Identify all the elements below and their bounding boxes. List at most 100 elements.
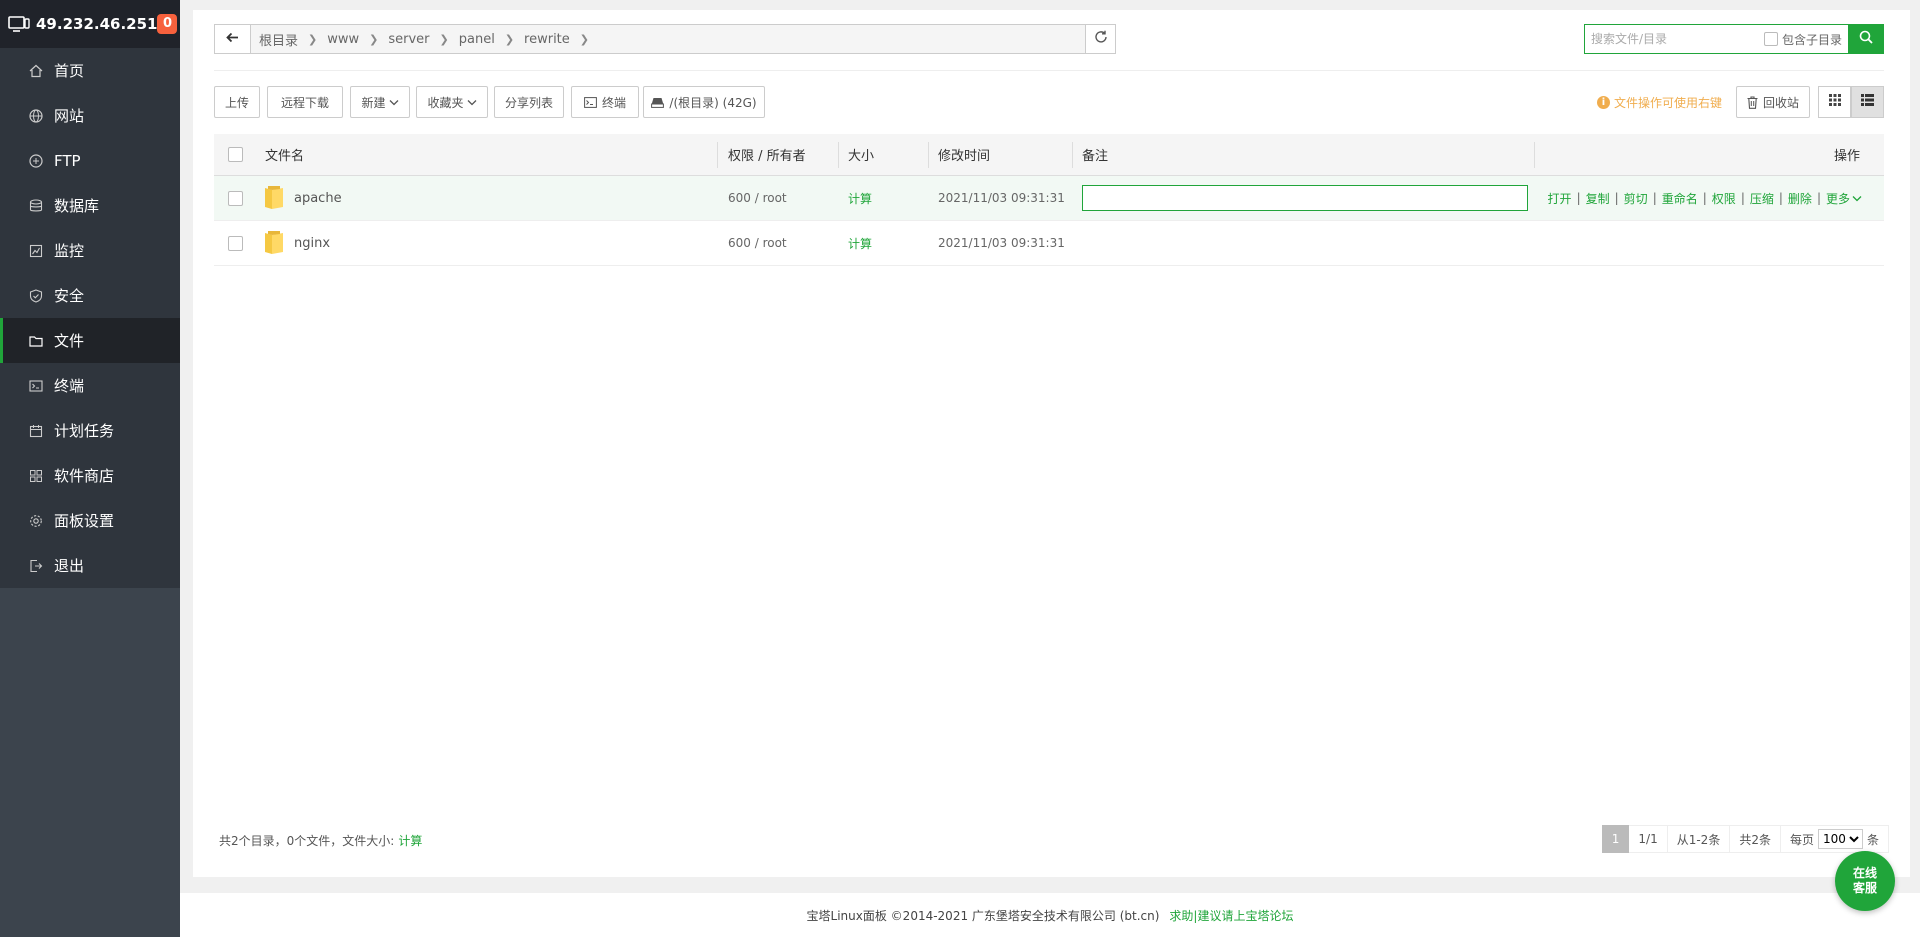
divider (214, 70, 1884, 71)
compress-action[interactable]: 压缩 (1750, 190, 1774, 207)
list-icon (1861, 94, 1874, 110)
monitor-icon (8, 14, 30, 34)
upload-button[interactable]: 上传 (214, 86, 260, 118)
column-resizer[interactable] (1534, 142, 1535, 168)
breadcrumb-server[interactable]: server (388, 32, 429, 47)
sidebar-item-label: 数据库 (54, 197, 100, 215)
copy-action[interactable]: 复制 (1586, 190, 1610, 207)
sidebar-item-files[interactable]: 文件 (0, 318, 180, 363)
sidebar-item-label: 安全 (54, 287, 85, 305)
file-name[interactable]: apache (294, 191, 342, 206)
view-toggle (1818, 86, 1884, 118)
sidebar-item-store[interactable]: 软件商店 (0, 453, 180, 498)
monitor-icon (28, 243, 44, 259)
sidebar-item-label: 终端 (54, 377, 85, 395)
column-resizer[interactable] (838, 142, 839, 168)
recycle-bin-button[interactable]: 回收站 (1736, 86, 1810, 118)
disk-button[interactable]: /(根目录) (42G) (643, 86, 765, 118)
size-calc-link[interactable]: 计算 (848, 176, 872, 220)
row-checkbox[interactable] (228, 235, 243, 251)
breadcrumb-panel[interactable]: panel (459, 32, 495, 47)
page-size: 每页 100 条 (1780, 825, 1889, 853)
sidebar-item-logout[interactable]: 退出 (0, 543, 180, 588)
table-row[interactable]: apache 600 / root 计算 2021/11/03 09:31:31… (214, 176, 1884, 221)
header-name[interactable]: 文件名 (265, 134, 304, 175)
message-badge[interactable]: 0 (157, 14, 178, 34)
header-perm[interactable]: 权限 / 所有者 (728, 134, 806, 175)
page-current[interactable]: 1 (1601, 825, 1630, 853)
breadcrumb-www[interactable]: www (327, 32, 359, 47)
sidebar-item-database[interactable]: 数据库 (0, 183, 180, 228)
include-subdir-label: 包含子目录 (1781, 32, 1842, 47)
sidebar-menu: 首页 网站 FTP 数据库 监控 安全 文件 终端 计划任务 软件商店 面板设置… (0, 48, 180, 588)
perm-cell[interactable]: 600 / root (728, 221, 787, 265)
share-list-button[interactable]: 分享列表 (494, 86, 564, 118)
search-button[interactable] (1848, 24, 1884, 54)
breadcrumb-rewrite[interactable]: rewrite (524, 32, 570, 47)
new-label: 新建 (361, 95, 386, 110)
more-action[interactable]: 更多 (1826, 190, 1850, 207)
table-row[interactable]: nginx 600 / root 计算 2021/11/03 09:31:31 (214, 221, 1884, 266)
column-resizer[interactable] (717, 142, 718, 168)
per-page-unit: 条 (1866, 832, 1879, 847)
sidebar-item-monitor[interactable]: 监控 (0, 228, 180, 273)
new-dropdown-button[interactable]: 新建 (350, 86, 410, 118)
list-view-button[interactable] (1851, 86, 1884, 118)
include-subdir-checkbox[interactable]: 包含子目录 (1763, 31, 1842, 48)
hdd-icon (651, 97, 665, 108)
sidebar-item-home[interactable]: 首页 (0, 48, 180, 93)
grid-view-button[interactable] (1818, 86, 1851, 118)
refresh-icon (1094, 30, 1108, 48)
checkbox[interactable] (1763, 32, 1778, 46)
chevron-right-icon: ❯ (439, 32, 449, 46)
pagination: 1 1/1 从1-2条 共2条 每页 100 条 (1601, 825, 1889, 853)
online-service-button[interactable]: 在线 客服 (1835, 851, 1895, 911)
sidebar-item-cron[interactable]: 计划任务 (0, 408, 180, 453)
size-calc-link[interactable]: 计算 (848, 221, 872, 265)
chevron-down-icon (467, 95, 477, 109)
header-mtime[interactable]: 修改时间 (938, 134, 990, 175)
breadcrumb: 根目录 ❯ www ❯ server ❯ panel ❯ rewrite ❯ (251, 30, 1085, 49)
terminal-icon (28, 378, 44, 394)
chevron-right-icon: ❯ (504, 32, 515, 46)
terminal-button[interactable]: 终端 (571, 86, 639, 118)
page-size-select[interactable]: 100 (1817, 829, 1863, 849)
file-name[interactable]: nginx (294, 236, 330, 251)
column-resizer[interactable] (1072, 142, 1073, 168)
sidebar-item-website[interactable]: 网站 (0, 93, 180, 138)
remark-input[interactable] (1082, 185, 1528, 211)
summary-calc-link[interactable]: 计算 (398, 832, 422, 849)
sidebar-header: 49.232.46.251 0 (0, 0, 180, 48)
perm-cell[interactable]: 600 / root (728, 176, 787, 220)
favorites-dropdown-button[interactable]: 收藏夹 (416, 86, 488, 118)
sidebar-item-settings[interactable]: 面板设置 (0, 498, 180, 543)
toolbar: 上传 远程下载 新建 收藏夹 分享列表 终端 /(根目录) (42G) i 文件… (214, 86, 1884, 118)
shield-icon (28, 288, 44, 304)
search-input[interactable] (1591, 32, 1764, 46)
cut-action[interactable]: 剪切 (1624, 190, 1648, 207)
header-size[interactable]: 大小 (848, 134, 874, 175)
sidebar-item-ftp[interactable]: FTP (0, 138, 180, 183)
folder-icon (264, 230, 284, 256)
page-count: 1/1 (1629, 825, 1668, 853)
sidebar-item-terminal[interactable]: 终端 (0, 363, 180, 408)
header-ops: 操作 (1833, 149, 1860, 164)
sidebar: 49.232.46.251 0 首页 网站 FTP 数据库 监控 安全 文件 终… (0, 0, 180, 937)
remote-download-button[interactable]: 远程下载 (267, 86, 343, 118)
header-remark: 备注 (1082, 149, 1109, 164)
select-all-checkbox[interactable] (228, 147, 243, 162)
open-action[interactable]: 打开 (1548, 190, 1572, 207)
rename-action[interactable]: 重命名 (1662, 190, 1698, 207)
breadcrumb-root[interactable]: 根目录 (259, 30, 298, 49)
sidebar-item-security[interactable]: 安全 (0, 273, 180, 318)
delete-action[interactable]: 删除 (1788, 190, 1812, 207)
sidebar-item-label: 监控 (54, 242, 85, 260)
trash-icon (1747, 95, 1758, 109)
column-resizer[interactable] (928, 142, 929, 168)
back-button[interactable] (215, 25, 251, 53)
row-checkbox[interactable] (228, 190, 243, 206)
forum-link[interactable]: 求助|建议请上宝塔论坛 (1169, 907, 1293, 924)
permission-action[interactable]: 权限 (1712, 190, 1736, 207)
table-header: 文件名 权限 / 所有者 大小 修改时间 备注 操作 (214, 134, 1884, 176)
refresh-button[interactable] (1085, 25, 1115, 53)
